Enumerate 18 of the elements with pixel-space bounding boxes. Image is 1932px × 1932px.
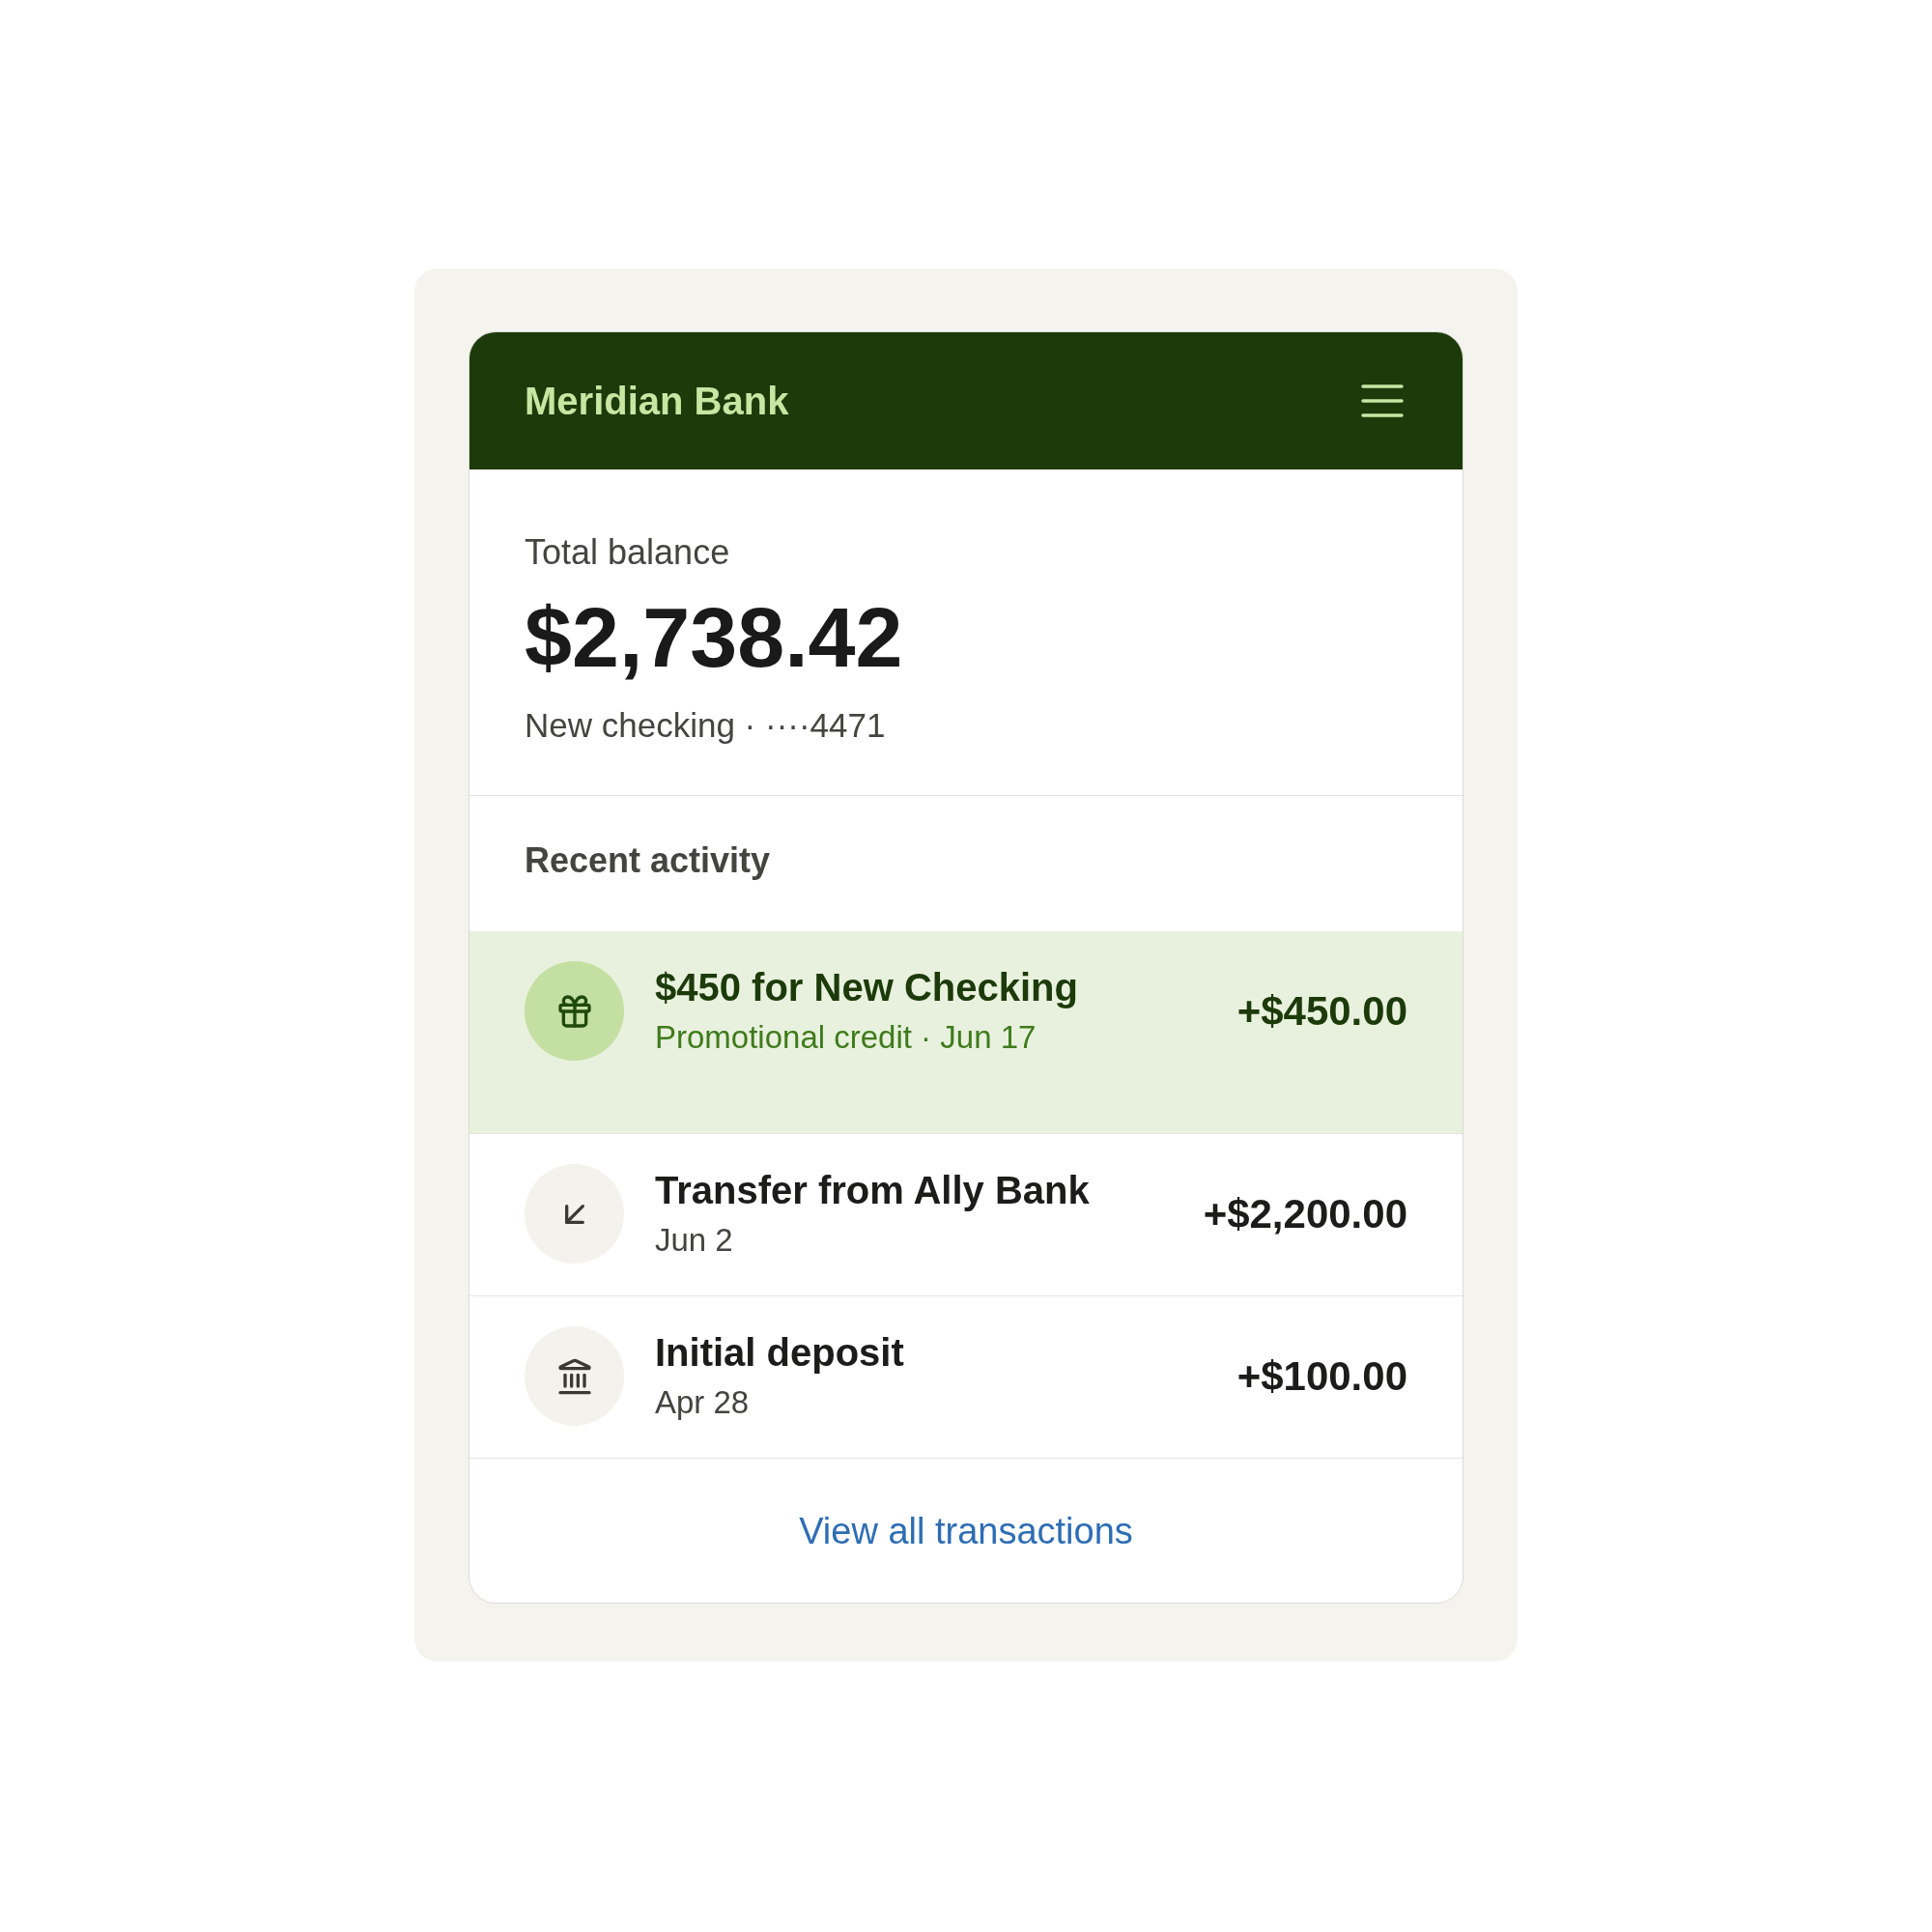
menu-icon xyxy=(1361,384,1404,417)
transaction-row[interactable]: $450 for New Checking Promotional credit · Jun 17 +$450.00 xyxy=(469,931,1463,1134)
menu-button[interactable] xyxy=(1361,384,1404,417)
transaction-subtitle: Promotional credit · Jun 17 xyxy=(655,1017,1037,1057)
transaction-title: Transfer from Ally Bank xyxy=(655,1167,1091,1213)
transaction-title: Initial deposit xyxy=(655,1329,905,1376)
transaction-amount: +$100.00 xyxy=(1236,1351,1407,1401)
bank-name: Meridian Bank xyxy=(525,379,789,424)
balance-label: Total balance xyxy=(525,531,731,574)
transaction-subtitle: Jun 2 xyxy=(655,1220,734,1260)
transaction-subtitle: Apr 28 xyxy=(655,1382,751,1422)
section-heading: Recent activity xyxy=(525,839,771,882)
balance-amount: $2,738.42 xyxy=(525,589,904,686)
transaction-title: $450 for New Checking xyxy=(655,964,1079,1010)
account-number: New checking · ····4471 xyxy=(525,705,887,746)
view-all-link[interactable]: View all transactions xyxy=(799,1508,1133,1553)
transaction-amount: +$450.00 xyxy=(1236,986,1407,1036)
transaction-amount: +$2,200.00 xyxy=(1203,1189,1407,1238)
